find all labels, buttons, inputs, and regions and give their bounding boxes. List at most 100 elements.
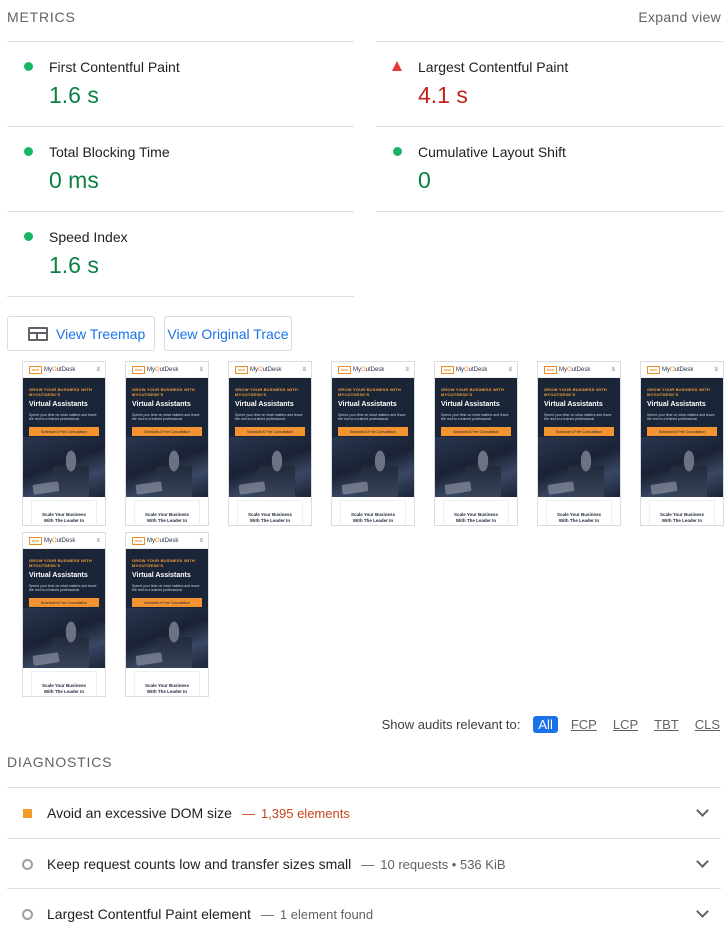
chevron-down-icon[interactable] <box>696 804 709 817</box>
metric-largest-contentful-paint: Largest Contentful Paint 4.1 s <box>376 41 723 127</box>
brand-name: MyOutDesk <box>559 367 590 373</box>
brand-suffix: utDesk <box>674 366 694 373</box>
audit-dom-size[interactable]: Avoid an excessive DOM size — 1,395 elem… <box>7 787 721 838</box>
frame-hero: GROW YOUR BUSINESS WITH MYOUTDESK'S Virt… <box>126 378 208 497</box>
metric-value: 0 <box>418 167 431 193</box>
frame-footer: Scale Your Business With The Leader In <box>641 497 723 525</box>
brand-name: MyOutDesk <box>44 538 75 544</box>
hamburger-icon: ≡ <box>96 537 100 544</box>
hero-cta: Schedule A Free Consultation <box>647 427 717 436</box>
hamburger-icon: ≡ <box>199 537 203 544</box>
frame-footer: Scale Your Business With The Leader In <box>435 497 517 525</box>
hero-title: Virtual Assistants <box>235 401 294 408</box>
logo-badge: MOD <box>544 365 557 374</box>
hero-cta: Schedule A Free Consultation <box>29 427 99 436</box>
hero-title: Virtual Assistants <box>29 401 88 408</box>
filter-label: Show audits relevant to: <box>381 717 521 732</box>
filter-chip-tbt[interactable]: TBT <box>651 716 682 733</box>
person-image <box>259 449 295 497</box>
divider <box>7 296 354 297</box>
footer-line-2: With The Leader In <box>558 518 600 523</box>
hero-cta: Schedule A Free Consultation <box>338 427 408 436</box>
audit-lcp-element[interactable]: Largest Contentful Paint element — 1 ele… <box>7 888 721 939</box>
metrics-header: METRICS Expand view <box>7 0 721 34</box>
filmstrip-frame: MOD MyOutDesk ≡ GROW YOUR BUSINESS WITH … <box>228 361 312 526</box>
chevron-down-icon[interactable] <box>696 905 709 918</box>
footer-line-2: With The Leader In <box>661 518 703 523</box>
hamburger-icon: ≡ <box>199 366 203 373</box>
hero-subtitle: Spend your time on what matters and leav… <box>647 413 715 421</box>
brand-suffix: utDesk <box>159 537 179 544</box>
chevron-down-icon[interactable] <box>696 855 709 868</box>
hero-kicker: GROW YOUR BUSINESS WITH MYOUTDESK'S <box>647 387 710 397</box>
frame-hero: GROW YOUR BUSINESS WITH MYOUTDESK'S Virt… <box>23 378 105 497</box>
frame-footer: Scale Your Business With The Leader In <box>23 497 105 525</box>
hamburger-icon: ≡ <box>302 366 306 373</box>
hero-title: Virtual Assistants <box>441 401 500 408</box>
hero-cta: Schedule A Free Consultation <box>132 427 202 436</box>
frame-header: MOD MyOutDesk ≡ <box>126 533 208 549</box>
hero-subtitle: Spend your time on what matters and leav… <box>235 413 303 421</box>
brand-name: MyOutDesk <box>250 367 281 373</box>
warning-icon <box>7 808 47 818</box>
filter-chip-cls[interactable]: CLS <box>692 716 723 733</box>
filter-chip-all[interactable]: All <box>533 716 558 733</box>
frame-header: MOD MyOutDesk ≡ <box>126 362 208 378</box>
frame-footer: Scale Your Business With The Leader In <box>229 497 311 525</box>
frame-hero: GROW YOUR BUSINESS WITH MYOUTDESK'S Virt… <box>126 549 208 668</box>
hero-photo <box>126 608 208 668</box>
filmstrip-frame: MOD MyOutDesk ≡ GROW YOUR BUSINESS WITH … <box>434 361 518 526</box>
metric-label: First Contentful Paint <box>49 59 180 75</box>
metric-label: Total Blocking Time <box>49 144 170 160</box>
pass-indicator-icon <box>393 147 402 156</box>
metric-first-contentful-paint: First Contentful Paint 1.6 s <box>7 41 354 127</box>
hero-photo <box>332 437 414 497</box>
hero-kicker: GROW YOUR BUSINESS WITH MYOUTDESK'S <box>338 387 401 397</box>
metric-value: 0 ms <box>49 167 99 193</box>
metric-label: Speed Index <box>49 229 128 245</box>
audit-separator: — <box>241 805 255 821</box>
audit-separator: — <box>260 906 274 922</box>
brand-prefix: My <box>44 537 52 544</box>
diagnostics-title: DIAGNOSTICS <box>7 754 113 770</box>
frame-logo: MOD MyOutDesk <box>647 365 694 374</box>
brand-suffix: utDesk <box>56 537 76 544</box>
hero-photo <box>435 437 517 497</box>
divider <box>376 211 723 212</box>
logo-badge: MOD <box>29 365 42 374</box>
filter-chip-lcp[interactable]: LCP <box>610 716 641 733</box>
audit-request-counts[interactable]: Keep request counts low and transfer siz… <box>7 838 721 889</box>
fail-indicator-icon <box>392 61 402 71</box>
hero-photo <box>23 437 105 497</box>
frame-logo: MOD MyOutDesk <box>132 536 179 545</box>
frame-footer: Scale Your Business With The Leader In <box>23 668 105 696</box>
frame-logo: MOD MyOutDesk <box>544 365 590 374</box>
audit-title: Largest Contentful Paint element <box>47 906 251 922</box>
brand-name: MyOutDesk <box>353 367 384 373</box>
view-original-trace-button[interactable]: View Original Trace <box>164 316 292 351</box>
hero-kicker: GROW YOUR BUSINESS WITH MYOUTDESK'S <box>132 387 195 397</box>
footer-line-2: With The Leader In <box>43 518 85 523</box>
hero-photo <box>538 437 620 497</box>
filmstrip-frame: MOD MyOutDesk ≡ GROW YOUR BUSINESS WITH … <box>22 532 106 697</box>
person-image <box>465 449 501 497</box>
expand-view-toggle[interactable]: Expand view <box>638 9 721 25</box>
view-treemap-button[interactable]: View Treemap <box>7 316 155 351</box>
brand-name: MyOutDesk <box>44 367 75 373</box>
hero-kicker: GROW YOUR BUSINESS WITH MYOUTDESK'S <box>132 558 195 568</box>
logo-badge: MOD <box>132 365 145 374</box>
hero-title: Virtual Assistants <box>338 401 397 408</box>
logo-badge: MOD <box>29 536 42 545</box>
brand-suffix: utDesk <box>468 366 488 373</box>
hero-subtitle: Spend your time on what matters and leav… <box>132 413 200 421</box>
metric-value: 4.1 s <box>418 82 468 108</box>
brand-suffix: utDesk <box>571 366 591 373</box>
frame-hero: GROW YOUR BUSINESS WITH MYOUTDESK'S Virt… <box>229 378 311 497</box>
audit-title: Keep request counts low and transfer siz… <box>47 856 352 872</box>
frame-hero: GROW YOUR BUSINESS WITH MYOUTDESK'S Virt… <box>435 378 517 497</box>
hero-title: Virtual Assistants <box>647 401 706 408</box>
filter-chip-fcp[interactable]: FCP <box>568 716 600 733</box>
metric-value: 1.6 s <box>49 82 99 108</box>
frame-header: MOD MyOutDesk ≡ <box>332 362 414 378</box>
frame-hero: GROW YOUR BUSINESS WITH MYOUTDESK'S Virt… <box>538 378 620 497</box>
